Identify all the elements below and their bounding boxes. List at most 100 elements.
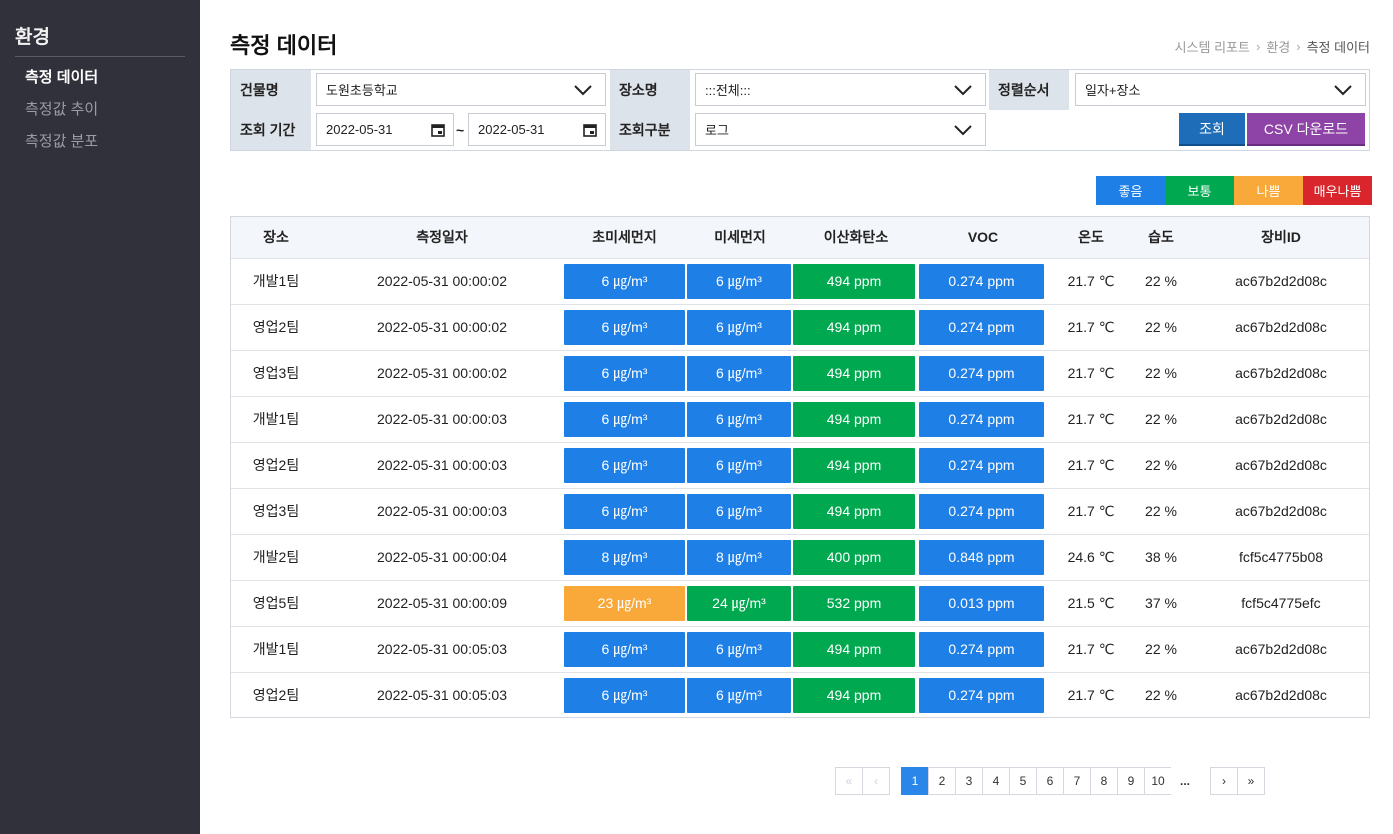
page-button-3[interactable]: 3: [955, 767, 983, 795]
cell-pm25-badge: 6 ㎍/m³: [564, 402, 685, 437]
next-page-button[interactable]: ›: [1210, 767, 1238, 795]
date-to-input[interactable]: 2022-05-31: [468, 113, 606, 146]
cell-device-id: fcf5c4775efc: [1241, 595, 1321, 611]
page-numbers: 1 2 3 4 5 6 7 8 9 10: [901, 767, 1172, 795]
cell-date: 2022-05-31 00:00:02: [377, 273, 507, 289]
date-from-input[interactable]: 2022-05-31: [316, 113, 454, 146]
cell-humidity: 37 %: [1145, 595, 1177, 611]
cell-temperature: 21.7 ℃: [1067, 411, 1115, 427]
type-label: 조회구분: [610, 110, 690, 150]
calendar-icon[interactable]: [583, 123, 597, 137]
chevron-right-icon: ›: [1296, 39, 1301, 54]
cell-temperature: 21.7 ℃: [1067, 503, 1115, 519]
cell-place: 영업3팀: [252, 365, 300, 381]
cell-co2-badge: 494 ppm: [793, 494, 915, 529]
calendar-icon[interactable]: [431, 123, 445, 137]
page-button-10[interactable]: 10: [1144, 767, 1172, 795]
sort-label: 정렬순서: [989, 70, 1069, 110]
first-page-button[interactable]: «: [835, 767, 863, 795]
cell-date: 2022-05-31 00:00:03: [377, 503, 507, 519]
cell-voc-badge: 0.274 ppm: [919, 356, 1044, 391]
cell-co2-badge: 494 ppm: [793, 678, 915, 713]
cell-date: 2022-05-31 00:00:03: [377, 411, 507, 427]
sidebar-item-measurement-distribution[interactable]: 측정값 분포: [25, 130, 98, 162]
place-select[interactable]: :::전체:::: [695, 73, 986, 106]
cell-co2-badge: 494 ppm: [793, 448, 915, 483]
cell-temperature: 21.7 ℃: [1067, 319, 1115, 335]
measurement-table: 장소 측정일자 초미세먼지 미세먼지 이산화탄소 VOC 온도 습도 장비ID …: [230, 216, 1370, 718]
cell-voc-badge: 0.274 ppm: [919, 678, 1044, 713]
cell-pm25-badge: 6 ㎍/m³: [564, 632, 685, 667]
cell-pm10-badge: 6 ㎍/m³: [687, 356, 791, 391]
cell-device-id: ac67b2d2d08c: [1235, 687, 1327, 703]
cell-pm25-badge: 6 ㎍/m³: [564, 494, 685, 529]
status-legend: 좋음 보통 나쁨 매우나쁨: [1096, 176, 1372, 205]
cell-pm10-badge: 6 ㎍/m³: [687, 310, 791, 345]
chevron-down-icon: [574, 85, 592, 96]
cell-pm25-badge: 6 ㎍/m³: [564, 264, 685, 299]
type-select[interactable]: 로그: [695, 113, 986, 146]
cell-place: 개발1팀: [252, 273, 300, 289]
breadcrumb: 시스템 리포트 › 환경 › 측정 데이터: [1175, 37, 1370, 56]
last-page-button[interactable]: »: [1237, 767, 1265, 795]
column-header-co2: 이산화탄소: [823, 229, 889, 245]
building-select[interactable]: 도원초등학교: [316, 73, 606, 106]
cell-date: 2022-05-31 00:00:02: [377, 319, 507, 335]
cell-pm25-badge: 8 ㎍/m³: [564, 540, 685, 575]
prev-page-button[interactable]: ‹: [862, 767, 890, 795]
page-button-7[interactable]: 7: [1063, 767, 1091, 795]
cell-pm10-badge: 6 ㎍/m³: [687, 632, 791, 667]
column-header-voc: VOC: [967, 229, 999, 245]
page-button-5[interactable]: 5: [1009, 767, 1037, 795]
cell-date: 2022-05-31 00:05:03: [377, 641, 507, 657]
cell-pm10-badge: 24 ㎍/m³: [687, 586, 791, 621]
cell-temperature: 24.6 ℃: [1067, 549, 1115, 565]
sidebar-title: 환경: [15, 27, 50, 48]
date-to-value: 2022-05-31: [478, 122, 545, 137]
breadcrumb-item-environment[interactable]: 환경: [1266, 37, 1290, 56]
cell-voc-badge: 0.274 ppm: [919, 494, 1044, 529]
cell-voc-badge: 0.274 ppm: [919, 402, 1044, 437]
sidebar-menu: 측정 데이터 측정값 추이 측정값 분포: [25, 66, 98, 162]
building-select-value: 도원초등학교: [326, 83, 398, 98]
cell-place: 영업2팀: [252, 457, 300, 473]
table-row: 영업2팀 2022-05-31 00:00:02 6 ㎍/m³ 6 ㎍/m³ 494 p…: [231, 304, 1369, 350]
csv-download-button[interactable]: CSV 다운로드: [1247, 113, 1365, 146]
table-row: 영업3팀 2022-05-31 00:00:03 6 ㎍/m³ 6 ㎍/m³ 494 p…: [231, 488, 1369, 534]
cell-pm25-badge: 6 ㎍/m³: [564, 448, 685, 483]
cell-date: 2022-05-31 00:00:09: [377, 595, 507, 611]
search-button[interactable]: 조회: [1179, 113, 1245, 146]
cell-co2-badge: 494 ppm: [793, 402, 915, 437]
page-button-1[interactable]: 1: [901, 767, 929, 795]
cell-pm25-badge: 6 ㎍/m³: [564, 678, 685, 713]
date-range-separator: ~: [456, 122, 465, 138]
cell-device-id: ac67b2d2d08c: [1235, 411, 1327, 427]
page-button-8[interactable]: 8: [1090, 767, 1118, 795]
cell-place: 개발2팀: [252, 549, 300, 565]
cell-humidity: 22 %: [1145, 365, 1177, 381]
chevron-right-icon: ›: [1255, 39, 1261, 54]
cell-humidity: 22 %: [1145, 687, 1177, 703]
table-row: 개발2팀 2022-05-31 00:00:04 8 ㎍/m³ 8 ㎍/m³ 400 p…: [231, 534, 1369, 580]
cell-place: 영업3팀: [252, 503, 300, 519]
cell-pm10-badge: 6 ㎍/m³: [687, 264, 791, 299]
table-row: 영업3팀 2022-05-31 00:00:02 6 ㎍/m³ 6 ㎍/m³ 494 p…: [231, 350, 1369, 396]
legend-bad: 나쁨: [1234, 176, 1303, 205]
page-button-2[interactable]: 2: [928, 767, 956, 795]
building-label: 건물명: [231, 70, 311, 110]
table-row: 영업5팀 2022-05-31 00:00:09 23 ㎍/m³ 24 ㎍/m³ 532…: [231, 580, 1369, 626]
sidebar-item-measurement-data[interactable]: 측정 데이터: [25, 66, 98, 98]
page-button-9[interactable]: 9: [1117, 767, 1145, 795]
page-button-4[interactable]: 4: [982, 767, 1010, 795]
breadcrumb-item-system-report[interactable]: 시스템 리포트: [1175, 37, 1250, 56]
sidebar-item-measurement-trend[interactable]: 측정값 추이: [25, 98, 98, 130]
cell-date: 2022-05-31 00:00:04: [377, 549, 507, 565]
cell-voc-badge: 0.848 ppm: [919, 540, 1044, 575]
page-button-6[interactable]: 6: [1036, 767, 1064, 795]
column-header-temperature: 온도: [1078, 229, 1104, 245]
cell-humidity: 22 %: [1145, 641, 1177, 657]
cell-date: 2022-05-31 00:00:02: [377, 365, 507, 381]
column-header-pm25: 초미세먼지: [592, 229, 657, 245]
sort-select[interactable]: 일자+장소: [1075, 73, 1366, 106]
cell-voc-badge: 0.274 ppm: [919, 448, 1044, 483]
